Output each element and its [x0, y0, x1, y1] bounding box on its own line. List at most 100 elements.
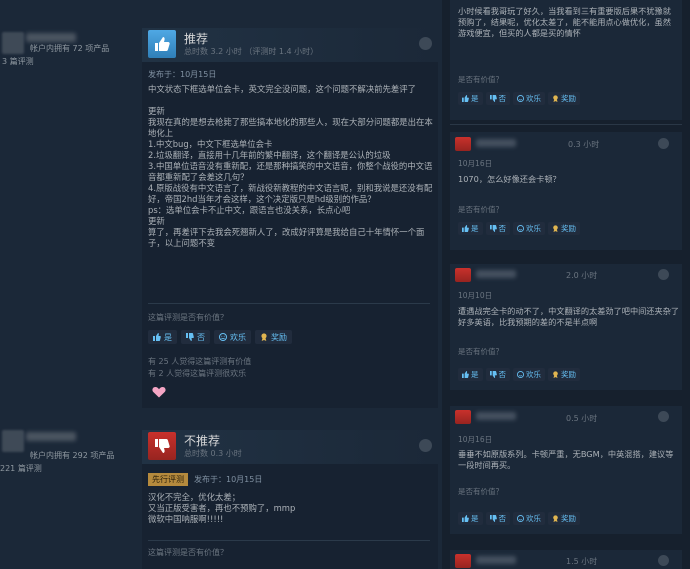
avatar[interactable]: [2, 32, 24, 54]
thumbs-down-icon: [489, 225, 497, 232]
thumbs-up-icon: [462, 95, 469, 102]
vote-yes-button[interactable]: 是: [458, 92, 483, 105]
award-icon: [552, 95, 559, 102]
verdict-bar: 推荐 总时数 3.2 小时 （评测时 1.4 小时）: [142, 28, 438, 62]
reviewer-name[interactable]: [26, 432, 76, 441]
steam-logo-icon: [658, 555, 669, 566]
award-icon: [552, 515, 559, 522]
playtime: 总时数 3.2 小时 （评测时 1.4 小时）: [184, 47, 319, 56]
vote-row: 是 否 欢乐 奖励: [458, 512, 580, 525]
award-icon: [260, 333, 268, 341]
early-access-tag: 先行评测: [148, 473, 188, 486]
side-comment: 0.5 小时 10月16日 垂垂不如原版系列。卡顿严重，无BGM，中英混搭，建议…: [450, 406, 682, 534]
vote-yes-label: 是: [471, 514, 479, 523]
vote-funny-label: 欢乐: [526, 514, 541, 523]
divider: [148, 303, 430, 304]
helpful-question: 是否有价值？: [458, 347, 503, 356]
steam-logo-icon: [419, 37, 432, 50]
thumbs-down-icon: [186, 333, 194, 341]
vote-no-button[interactable]: 否: [485, 512, 510, 525]
posted-date: 10月10日: [458, 291, 493, 300]
commenter-name[interactable]: [476, 270, 516, 278]
award-icon: [552, 225, 559, 232]
vote-no-label: 否: [498, 94, 507, 103]
vote-yes-button[interactable]: 是: [148, 330, 177, 344]
playtime: 0.3 小时: [568, 140, 600, 149]
award-label: 奖励: [561, 370, 576, 379]
thumbs-down-icon: [455, 410, 471, 424]
playtime: 2.0 小时: [566, 271, 598, 280]
playtime: 1.5 小时: [566, 557, 598, 566]
review-card: 推荐 总时数 3.2 小时 （评测时 1.4 小时） 发布于：10月15日 中文…: [142, 28, 438, 408]
commenter-name[interactable]: [476, 412, 516, 420]
posted-date: 10月16日: [458, 435, 493, 444]
vote-funny-button[interactable]: 欢乐: [513, 512, 545, 525]
helpful-question: 是否有价值？: [458, 487, 503, 496]
vote-funny-button[interactable]: 欢乐: [513, 222, 545, 235]
thumbs-down-icon: [455, 268, 471, 282]
helpful-question: 这篇评测是否有价值？: [148, 548, 228, 557]
owned-products[interactable]: 帐户内拥有 72 项产品: [30, 43, 109, 54]
vote-funny-button[interactable]: 欢乐: [214, 330, 251, 344]
helpful-question: 这篇评测是否有价值？: [148, 313, 228, 322]
award-label: 奖励: [561, 224, 576, 233]
verdict-bar: 不推荐 总时数 0.3 小时: [142, 430, 438, 464]
vote-no-label: 否: [498, 514, 507, 523]
side-comment: 小时候看我哥玩了好久，当我看到三有重要版后果不犹豫就预购了，结果呢，优化太差了，…: [450, 0, 682, 120]
vote-funny-label: 欢乐: [526, 224, 541, 233]
commenter-name[interactable]: [476, 556, 516, 564]
award-button[interactable]: 奖励: [548, 222, 580, 235]
thumbs-up-icon: [462, 515, 469, 522]
smiley-icon: [517, 95, 524, 102]
award-button[interactable]: 奖励: [548, 92, 580, 105]
vote-no-button[interactable]: 否: [181, 330, 210, 344]
thumbs-down-icon: [489, 515, 497, 522]
comment-text: 小时候看我哥玩了好久，当我看到三有重要版后果不犹豫就预购了，结果呢，优化太差了，…: [458, 6, 671, 38]
funny-count: 有 2 人觉得这篇评测很欢乐: [148, 369, 247, 378]
vote-yes-button[interactable]: 是: [458, 512, 483, 525]
avatar[interactable]: [2, 430, 24, 452]
commenter-name[interactable]: [476, 139, 516, 147]
vote-no-button[interactable]: 否: [485, 92, 510, 105]
review-count[interactable]: 221 篇评测: [0, 463, 42, 474]
comment-text: 垂垂不如原版系列。卡顿严重，无BGM，中英混搭，建议等一段时间再买。: [458, 449, 674, 470]
thumbs-up-icon: [153, 333, 161, 341]
award-button[interactable]: 奖励: [255, 330, 292, 344]
vote-no-label: 否: [197, 332, 205, 342]
reviewer-name[interactable]: [26, 33, 76, 42]
thumbs-up-icon: [462, 371, 469, 378]
vote-funny-label: 欢乐: [526, 94, 541, 103]
vote-yes-label: 是: [471, 224, 479, 233]
thumbs-down-icon: [455, 554, 471, 568]
vote-no-button[interactable]: 否: [485, 222, 510, 235]
vote-row: 是 否 欢乐 奖励: [458, 92, 580, 105]
vote-yes-label: 是: [164, 332, 172, 342]
vote-funny-label: 欢乐: [526, 370, 541, 379]
smiley-icon: [517, 225, 524, 232]
thumbs-up-icon: [462, 225, 469, 232]
side-comment: 2.0 小时 10月10日 遭遇战完全卡的动不了，中文翻译的太差劲了吧中间还夹杂…: [450, 264, 682, 390]
award-button[interactable]: 奖励: [548, 512, 580, 525]
vote-yes-button[interactable]: 是: [458, 368, 483, 381]
owned-products[interactable]: 帐户内拥有 292 项产品: [30, 450, 114, 461]
thumbs-down-icon: [148, 432, 176, 460]
vote-funny-button[interactable]: 欢乐: [513, 92, 545, 105]
vote-no-button[interactable]: 否: [485, 368, 510, 381]
award-button[interactable]: 奖励: [548, 368, 580, 381]
comment-text: 遭遇战完全卡的动不了，中文翻译的太差劲了吧中间还夹杂了好多英语，比我预期的差的不…: [458, 306, 680, 327]
vote-row: 是 否 欢乐 奖励: [458, 368, 580, 381]
vote-yes-button[interactable]: 是: [458, 222, 483, 235]
posted-date: 发布于：10月15日: [148, 70, 217, 79]
helpful-question: 是否有价值？: [458, 205, 503, 214]
vote-funny-label: 欢乐: [230, 332, 246, 342]
reviewer-info: 帐户内拥有 72 项产品 3 篇评测: [0, 30, 142, 70]
playtime: 0.5 小时: [566, 414, 598, 423]
vote-funny-button[interactable]: 欢乐: [513, 368, 545, 381]
posted-date: 发布于：10月15日: [194, 475, 263, 484]
vote-yes-label: 是: [471, 370, 479, 379]
vote-row: 是 否 欢乐 奖励: [148, 330, 292, 344]
review-count[interactable]: 3 篇评测: [2, 56, 34, 67]
verdict-title: 推荐: [184, 32, 209, 46]
reviewer-info: 帐户内拥有 292 项产品 221 篇评测: [0, 430, 142, 473]
thumbs-down-icon: [489, 371, 497, 378]
